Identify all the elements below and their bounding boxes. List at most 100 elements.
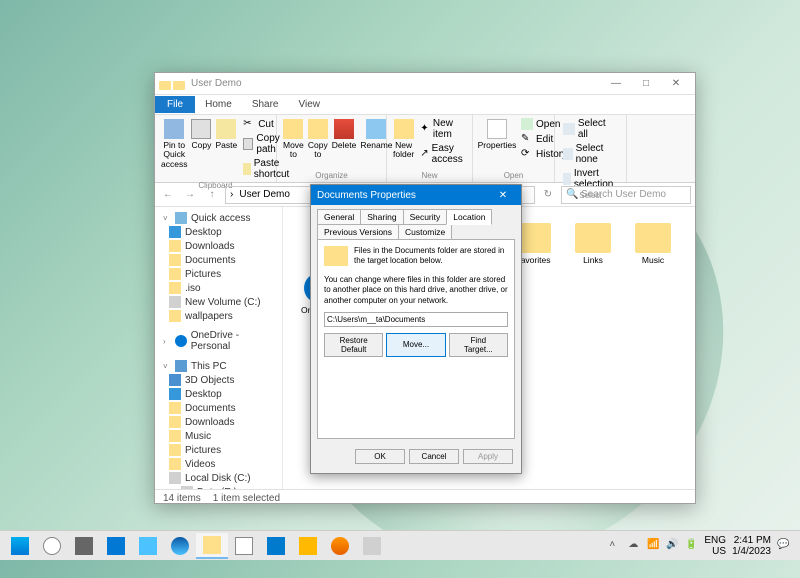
folder-icon: [324, 246, 348, 266]
tab-file[interactable]: File: [155, 96, 195, 113]
copyto-icon: [308, 119, 328, 139]
battery-icon[interactable]: 🔋: [685, 539, 698, 552]
selectall-button[interactable]: Select all: [561, 117, 620, 141]
titlebar[interactable]: User Demo — □ ✕: [155, 73, 695, 95]
apply-button[interactable]: Apply: [463, 449, 513, 464]
forward-button[interactable]: →: [181, 186, 199, 204]
path-input[interactable]: [324, 312, 508, 327]
taskbar[interactable]: ˄ ☁ 📶 🔊 🔋 ENGUS 2:41 PM1/4/2023 💬: [0, 530, 800, 560]
nav-pane[interactable]: ˅Quick access Desktop Downloads Document…: [155, 207, 283, 489]
selectall-icon: [563, 123, 575, 135]
back-button[interactable]: ←: [159, 186, 177, 204]
tray-language[interactable]: ENGUS: [704, 535, 726, 557]
minimize-button[interactable]: —: [601, 74, 631, 94]
volume-icon[interactable]: 🔊: [666, 539, 679, 552]
windows-icon: [11, 537, 29, 555]
close-button[interactable]: ✕: [661, 74, 691, 94]
tab-sharing[interactable]: Sharing: [360, 209, 403, 225]
tray-clock[interactable]: 2:41 PM1/4/2023: [732, 535, 771, 557]
folder-icon: [173, 81, 185, 90]
tab-share[interactable]: Share: [242, 96, 289, 113]
chevron-up-icon[interactable]: ˄: [609, 539, 622, 552]
search-button[interactable]: [36, 533, 68, 559]
nav-quickaccess[interactable]: ˅Quick access: [155, 211, 282, 225]
easyaccess-button[interactable]: ↗Easy access: [418, 142, 468, 166]
tab-customize[interactable]: Customize: [398, 224, 452, 240]
tab-location[interactable]: Location: [446, 209, 492, 225]
onedrive-tray-icon[interactable]: ☁: [628, 539, 641, 552]
newfolder-button[interactable]: New folder: [393, 117, 414, 160]
taskview-button[interactable]: [68, 533, 100, 559]
pin-button[interactable]: Pin to Quick access: [161, 117, 187, 169]
folder-icon: [575, 223, 611, 253]
move-button[interactable]: Move...: [386, 333, 445, 357]
nav-pictures2[interactable]: Pictures: [155, 443, 282, 457]
taskbar-app[interactable]: [356, 533, 388, 559]
nav-desktop2[interactable]: Desktop: [155, 387, 282, 401]
open-icon: [521, 118, 533, 130]
up-button[interactable]: ↑: [203, 186, 221, 204]
restore-button[interactable]: Restore Default: [324, 333, 383, 357]
maximize-button[interactable]: □: [631, 74, 661, 94]
copy-button[interactable]: Copy: [191, 117, 211, 150]
taskbar-edge[interactable]: [164, 533, 196, 559]
tab-view[interactable]: View: [289, 96, 331, 113]
nav-thispc[interactable]: ˅This PC: [155, 359, 282, 373]
properties-button[interactable]: Properties: [479, 117, 515, 150]
nav-iso[interactable]: .iso: [155, 281, 282, 295]
taskbar-app[interactable]: [100, 533, 132, 559]
copyto-button[interactable]: Copy to: [308, 117, 328, 160]
taskbar-vscode[interactable]: [260, 533, 292, 559]
file-links[interactable]: Links: [565, 223, 621, 265]
nav-newvol[interactable]: New Volume (C:): [155, 295, 282, 309]
tab-previous[interactable]: Previous Versions: [317, 224, 399, 240]
tab-home[interactable]: Home: [195, 96, 242, 113]
nav-documents2[interactable]: Documents: [155, 401, 282, 415]
move-button[interactable]: Move to: [283, 117, 304, 160]
refresh-button[interactable]: ↻: [539, 186, 557, 204]
nav-music[interactable]: Music: [155, 429, 282, 443]
nav-pictures[interactable]: Pictures: [155, 267, 282, 281]
nav-3d[interactable]: 3D Objects: [155, 373, 282, 387]
network-icon[interactable]: 📶: [647, 539, 660, 552]
taskbar-app[interactable]: [132, 533, 164, 559]
nav-documents[interactable]: Documents: [155, 253, 282, 267]
breadcrumb-segment[interactable]: User Demo: [239, 189, 290, 200]
file-music[interactable]: Music: [625, 223, 681, 265]
cut-icon: ✂: [243, 118, 255, 130]
nav-wallpapers[interactable]: wallpapers: [155, 309, 282, 323]
ok-button[interactable]: OK: [355, 449, 405, 464]
nav-downloads2[interactable]: Downloads: [155, 415, 282, 429]
notifications-icon[interactable]: 💬: [777, 539, 790, 552]
taskbar-app[interactable]: [292, 533, 324, 559]
history-icon: ⟳: [521, 148, 533, 160]
nav-videos[interactable]: Videos: [155, 457, 282, 471]
app-icon: [235, 537, 253, 555]
invert-icon: [563, 173, 571, 185]
dialog-titlebar[interactable]: Documents Properties ✕: [311, 185, 521, 205]
taskbar-firefox[interactable]: [324, 533, 356, 559]
start-button[interactable]: [4, 533, 36, 559]
app-icon: [139, 537, 157, 555]
dialog-close-button[interactable]: ✕: [491, 190, 515, 201]
taskbar-explorer[interactable]: [196, 533, 228, 559]
group-label: New: [393, 171, 466, 180]
dialog-body: Files in the Documents folder are stored…: [317, 239, 515, 439]
nav-desktop[interactable]: Desktop: [155, 225, 282, 239]
selectnone-button[interactable]: Select none: [561, 142, 620, 166]
newitem-button[interactable]: ✦New item: [418, 117, 468, 141]
statusbar: 14 items 1 item selected: [155, 489, 695, 507]
cancel-button[interactable]: Cancel: [409, 449, 459, 464]
nav-downloads[interactable]: Downloads: [155, 239, 282, 253]
nav-data[interactable]: ›Data (E:): [155, 485, 282, 489]
tab-general[interactable]: General: [317, 209, 361, 225]
onedrive-icon: [175, 335, 187, 347]
tab-security[interactable]: Security: [403, 209, 448, 225]
delete-button[interactable]: Delete: [332, 117, 357, 150]
nav-onedrive[interactable]: ›OneDrive - Personal: [155, 329, 282, 353]
nav-localdisk[interactable]: Local Disk (C:): [155, 471, 282, 485]
taskbar-app[interactable]: [228, 533, 260, 559]
paste-button[interactable]: Paste: [215, 117, 237, 150]
findtarget-button[interactable]: Find Target...: [449, 333, 508, 357]
search-input[interactable]: 🔍 Search User Demo: [561, 186, 691, 204]
